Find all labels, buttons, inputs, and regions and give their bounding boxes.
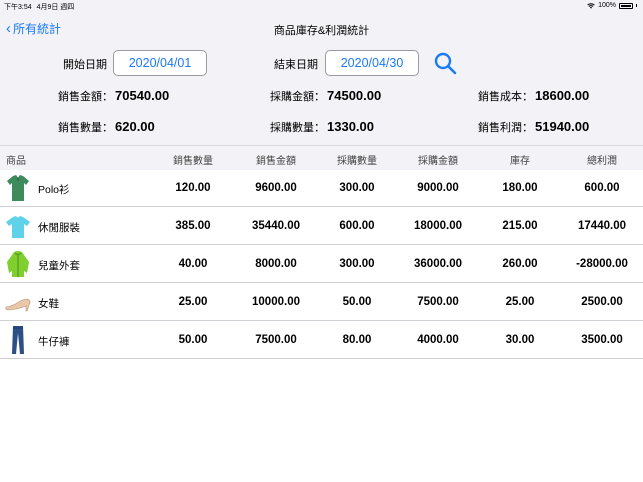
cell-sales-amount: 7500.00 xyxy=(255,334,297,346)
jeans-icon xyxy=(12,326,24,354)
navigation-bar: ‹ 所有統計 商品庫存&利潤統計 xyxy=(0,12,643,44)
summary-sales-qty: 銷售數量： 620.00 xyxy=(58,119,155,135)
product-name: 女鞋 xyxy=(38,298,59,310)
summary-sales-cost: 銷售成本： 18600.00 xyxy=(478,88,589,104)
end-date-label: 結束日期 xyxy=(274,59,318,71)
cell-purchase-amount: 9000.00 xyxy=(417,182,459,194)
cell-purchase-qty: 300.00 xyxy=(339,182,375,194)
cell-purchase-amount: 18000.00 xyxy=(414,220,462,232)
cell-sales-qty: 40.00 xyxy=(178,258,208,270)
summary-purchase-amount: 採購金額： 74500.00 xyxy=(270,88,381,104)
cell-purchase-amount: 36000.00 xyxy=(414,258,462,270)
heel-shoe-icon xyxy=(5,298,31,312)
table-row[interactable]: 女鞋 25.00 10000.00 50.00 7500.00 25.00 25… xyxy=(0,284,643,321)
summary-sales-profit: 銷售利潤： 51940.00 xyxy=(478,119,589,135)
cell-sales-qty: 25.00 xyxy=(178,296,208,308)
cell-stock: 260.00 xyxy=(502,258,538,270)
table-header: 商品 銷售數量 銷售金額 採購數量 採購金額 庫存 總利潤 xyxy=(0,146,643,170)
sales-profit-label: 銷售利潤： xyxy=(478,122,533,134)
cell-stock: 25.00 xyxy=(505,296,535,308)
start-date-label: 開始日期 xyxy=(63,59,107,71)
column-header-stock: 庫存 xyxy=(510,156,530,167)
sales-cost-label: 銷售成本： xyxy=(478,91,533,103)
cell-purchase-amount: 7500.00 xyxy=(417,296,459,308)
cell-sales-amount: 8000.00 xyxy=(255,258,297,270)
sales-qty-value: 620.00 xyxy=(115,119,155,134)
column-header-purchase-qty: 採購數量 xyxy=(337,156,377,167)
end-date-field[interactable]: 2020/04/30 xyxy=(325,50,419,76)
column-header-product: 商品 xyxy=(6,156,26,167)
polo-shirt-icon xyxy=(7,175,29,201)
product-name: Polo衫 xyxy=(38,184,70,196)
purchase-qty-value: 1330.00 xyxy=(327,119,374,134)
sales-amount-label: 銷售金額： xyxy=(58,91,113,103)
filter-panel: 開始日期 2020/04/01 結束日期 2020/04/30 銷售金額： 70… xyxy=(0,44,643,146)
status-date: 4月9日 週四 xyxy=(36,4,75,11)
sales-amount-value: 70540.00 xyxy=(115,88,170,103)
status-indicators: 100% xyxy=(587,2,637,9)
cell-purchase-amount: 4000.00 xyxy=(417,334,459,346)
cell-total-profit: -28000.00 xyxy=(576,258,628,270)
column-header-total-profit: 總利潤 xyxy=(587,156,617,167)
start-date-field[interactable]: 2020/04/01 xyxy=(113,50,207,76)
cell-stock: 215.00 xyxy=(502,220,538,232)
product-name: 牛仔褲 xyxy=(38,336,70,348)
battery-icon xyxy=(619,2,633,9)
purchase-amount-label: 採購金額： xyxy=(270,91,325,103)
sales-qty-label: 銷售數量： xyxy=(58,122,113,134)
column-header-sales-amount: 銷售金額 xyxy=(256,156,296,167)
product-name: 休閒服裝 xyxy=(38,222,80,234)
status-time: 下午3:54 xyxy=(4,4,32,11)
battery-tip xyxy=(636,4,637,7)
summary-purchase-qty: 採購數量： 1330.00 xyxy=(270,119,374,135)
wifi-icon xyxy=(587,2,595,9)
status-bar: 下午3:54 4月9日 週四 100% xyxy=(0,0,643,12)
sales-cost-value: 18600.00 xyxy=(535,88,590,103)
cell-total-profit: 3500.00 xyxy=(581,334,623,346)
cell-stock: 30.00 xyxy=(505,334,535,346)
cell-total-profit: 600.00 xyxy=(584,182,620,194)
cell-sales-amount: 9600.00 xyxy=(255,182,297,194)
sales-profit-value: 51940.00 xyxy=(535,119,590,134)
table-row[interactable]: Polo衫 120.00 9600.00 300.00 9000.00 180.… xyxy=(0,170,643,207)
column-header-sales-qty: 銷售數量 xyxy=(173,156,213,167)
jacket-icon xyxy=(7,251,29,277)
page-title: 商品庫存&利潤統計 xyxy=(273,25,370,37)
cell-total-profit: 17440.00 xyxy=(578,220,626,232)
cell-stock: 180.00 xyxy=(502,182,538,194)
cell-sales-amount: 35440.00 xyxy=(252,220,300,232)
tshirt-icon xyxy=(6,216,30,238)
cell-purchase-qty: 50.00 xyxy=(342,296,372,308)
table-row[interactable]: 牛仔褲 50.00 7500.00 80.00 4000.00 30.00 35… xyxy=(0,322,643,359)
cell-purchase-qty: 300.00 xyxy=(339,258,375,270)
cell-purchase-qty: 600.00 xyxy=(339,220,375,232)
cell-sales-amount: 10000.00 xyxy=(252,296,300,308)
table-row[interactable]: 休閒服裝 385.00 35440.00 600.00 18000.00 215… xyxy=(0,208,643,245)
cell-sales-qty: 50.00 xyxy=(178,334,208,346)
purchase-qty-label: 採購數量： xyxy=(270,122,325,134)
cell-total-profit: 2500.00 xyxy=(581,296,623,308)
column-header-purchase-amount: 採購金額 xyxy=(418,156,458,167)
summary-sales-amount: 銷售金額： 70540.00 xyxy=(58,88,169,104)
status-time-date: 下午3:54 4月9日 週四 xyxy=(4,2,74,12)
cell-purchase-qty: 80.00 xyxy=(342,334,372,346)
purchase-amount-value: 74500.00 xyxy=(327,88,382,103)
battery-percent: 100% xyxy=(598,2,616,9)
product-name: 兒童外套 xyxy=(38,260,80,272)
cell-sales-qty: 385.00 xyxy=(175,220,211,232)
cell-sales-qty: 120.00 xyxy=(175,182,211,194)
table-row[interactable]: 兒童外套 40.00 8000.00 300.00 36000.00 260.0… xyxy=(0,246,643,283)
search-icon[interactable] xyxy=(433,51,457,75)
